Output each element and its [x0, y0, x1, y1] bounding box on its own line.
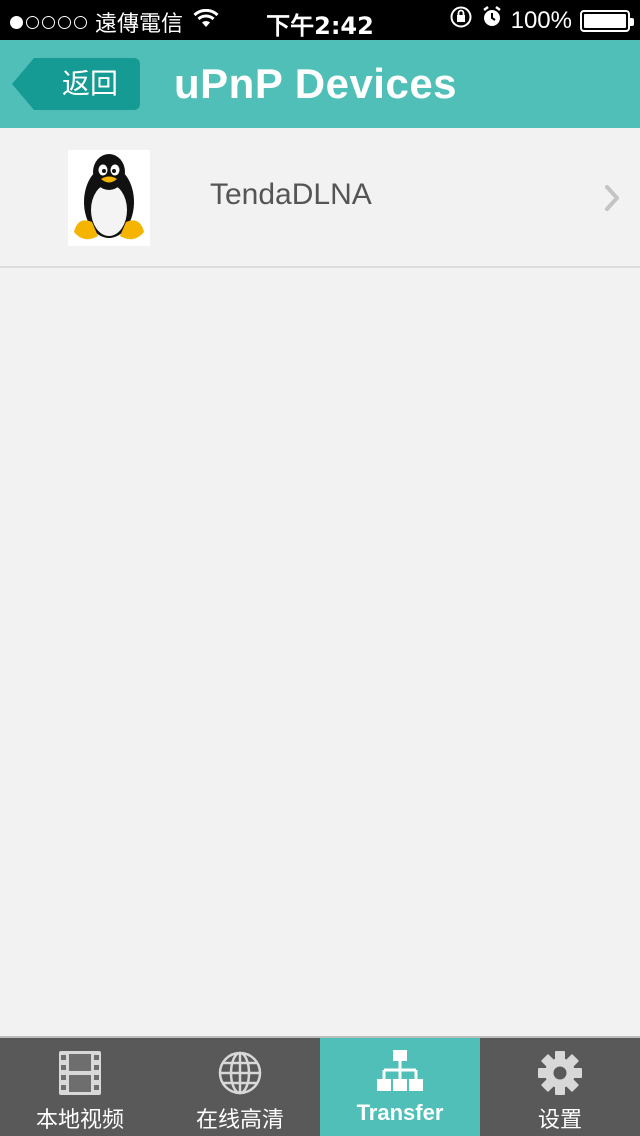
gear-icon [480, 1050, 640, 1096]
battery-icon [580, 9, 634, 32]
tab-label: 本地视频 [35, 1108, 124, 1133]
tab-bar: 本地视频 在线高清 Transfer 设置 [0, 1036, 640, 1136]
back-button[interactable]: 返回 [10, 56, 140, 112]
network-icon [320, 1050, 480, 1092]
list-item[interactable]: TendaDLNA [0, 128, 640, 268]
tab-settings[interactable]: 设置 [480, 1038, 640, 1136]
tab-transfer[interactable]: Transfer [320, 1038, 480, 1136]
tab-label: Transfer [356, 1100, 444, 1125]
tab-label: 设置 [537, 1108, 582, 1133]
orientation-lock-icon [449, 5, 473, 36]
device-name: TendaDLNA [210, 178, 372, 211]
tab-local-video[interactable]: 本地视频 [0, 1038, 160, 1136]
battery-percent: 100% [510, 6, 572, 34]
globe-icon [160, 1050, 320, 1096]
status-bar: 遠傳電信 下午2:42 100% [0, 0, 640, 40]
chevron-right-icon [604, 184, 620, 217]
back-button-label: 返回 [61, 67, 118, 100]
tab-label: 在线高清 [195, 1108, 284, 1133]
film-icon [0, 1050, 160, 1096]
linux-penguin-icon [68, 150, 150, 246]
device-list: TendaDLNA [0, 128, 640, 1036]
alarm-icon [481, 5, 503, 36]
tab-online-hd[interactable]: 在线高清 [160, 1038, 320, 1136]
page-title: uPnP Devices [174, 60, 458, 107]
nav-bar: 返回 uPnP Devices [0, 40, 640, 128]
